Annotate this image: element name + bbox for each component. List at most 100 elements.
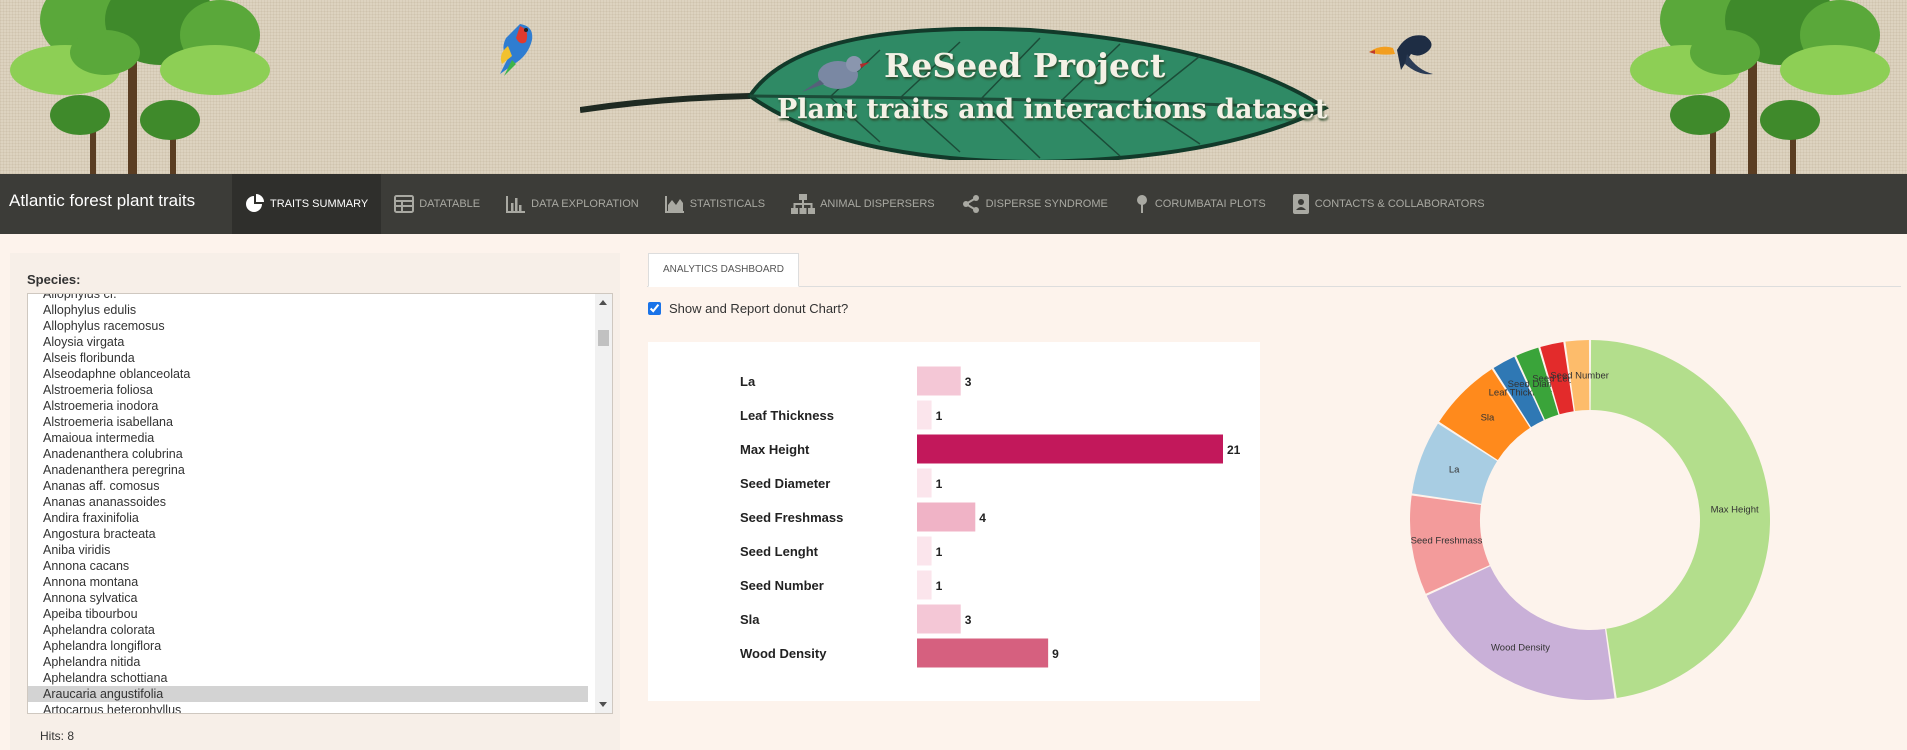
species-option[interactable]: Aloysia virgata: [28, 334, 588, 350]
bar-category-label: La: [740, 374, 756, 389]
species-option[interactable]: Artocarpus heterophyllus: [28, 702, 588, 713]
bar-value-label: 1: [936, 409, 943, 423]
header-banner: ReSeed Project Plant traits and interact…: [0, 0, 1907, 174]
tab-disperse-syndrome[interactable]: DISPERSE SYNDROME: [948, 174, 1121, 234]
species-option[interactable]: Alseodaphne oblanceolata: [28, 366, 588, 382]
tab-label: DISPERSE SYNDROME: [985, 198, 1108, 210]
species-option[interactable]: Annona montana: [28, 574, 588, 590]
species-option[interactable]: Aphelandra colorata: [28, 622, 588, 638]
species-option[interactable]: Aphelandra schottiana: [28, 670, 588, 686]
donut-slice-label: Max Height: [1711, 505, 1759, 516]
scrollbar-thumb[interactable]: [598, 330, 609, 346]
share-icon: [962, 195, 979, 213]
contact-card-icon: [1292, 194, 1309, 214]
scrollbar[interactable]: [595, 294, 612, 713]
tab-animal-dispersers[interactable]: ANIMAL DISPERSERS: [778, 174, 948, 234]
tab-contacts-collaborators[interactable]: CONTACTS & COLLABORATORS: [1279, 174, 1498, 234]
tab-statisticals[interactable]: STATISTICALS: [652, 174, 778, 234]
species-option[interactable]: Aniba viridis: [28, 542, 588, 558]
bar: [917, 366, 961, 396]
scroll-up-icon[interactable]: [599, 300, 607, 305]
species-option[interactable]: Apeiba tibourbou: [28, 606, 588, 622]
leaf-logo-icon: [580, 26, 1330, 160]
bar: [917, 434, 1223, 464]
bar-category-label: Seed Number: [740, 578, 824, 593]
bar-value-label: 9: [1052, 647, 1059, 661]
tab-traits-summary[interactable]: TRAITS SUMMARY: [232, 174, 382, 234]
bar: [917, 502, 976, 532]
pie-chart-icon: [246, 194, 264, 212]
tab-datatable[interactable]: DATATABLE: [381, 174, 493, 234]
parrot-icon: [500, 24, 533, 76]
map-pin-icon: [1136, 195, 1147, 213]
species-option[interactable]: Anadenanthera colubrina: [28, 446, 588, 462]
tree-illustration-right: [1630, 0, 1890, 174]
donut-slice: [1590, 340, 1770, 699]
donut-slice-label: Seed Freshmass: [1411, 536, 1483, 547]
bar-chart-panel: La 3 Leaf Thickness 1 Max Height 21 Seed Diame…: [648, 342, 1260, 701]
species-option[interactable]: Annona sylvatica: [28, 590, 588, 606]
bar-value-label: 1: [936, 579, 943, 593]
show-donut-checkbox[interactable]: [648, 302, 661, 315]
tab-corumbatai-plots[interactable]: CORUMBATAI PLOTS: [1121, 174, 1279, 234]
species-option[interactable]: Angostura bracteata: [28, 526, 588, 542]
species-option[interactable]: Annona cacans: [28, 558, 588, 574]
app-brand[interactable]: Atlantic forest plant traits: [9, 191, 195, 211]
tab-label: CONTACTS & COLLABORATORS: [1314, 198, 1485, 210]
bar-value-label: 3: [965, 375, 972, 389]
banner-subtitle: Plant traits and interactions dataset: [777, 94, 1328, 125]
hits-count: Hits: 8: [40, 729, 75, 743]
species-option[interactable]: Ananas aff. comosus: [28, 478, 588, 494]
tab-label: DATATABLE: [419, 198, 481, 210]
top-navbar: Atlantic forest plant traits TRAITS SUMM…: [0, 174, 1907, 234]
bar-category-label: Wood Density: [740, 646, 827, 661]
species-option[interactable]: Alstroemeria isabellana: [28, 414, 588, 430]
bar-chart-icon: [506, 196, 526, 213]
donut-chart: Max Height Wood Density Seed Freshmass La Sl…: [1410, 340, 1770, 700]
tab-data-exploration[interactable]: DATA EXPLORATION: [493, 174, 652, 234]
bar-category-label: Seed Lenght: [740, 544, 819, 559]
species-option[interactable]: Alstroemeria foliosa: [28, 382, 588, 398]
donut-toggle-row: Show and Report donut Chart?: [648, 301, 848, 316]
tab-label: STATISTICALS: [689, 198, 766, 210]
sidebar-panel: Species: Allophylus cf. Allophylus edulis…: [10, 253, 620, 750]
species-option[interactable]: Allophylus edulis: [28, 302, 588, 318]
species-option[interactable]: Amaioua intermedia: [28, 430, 588, 446]
area-chart-icon: [664, 196, 684, 213]
species-label: Species:: [27, 272, 81, 287]
species-option[interactable]: Allophylus cf.: [28, 294, 588, 302]
tab-analytics-dashboard[interactable]: ANALYTICS DASHBOARD: [648, 253, 799, 287]
tab-label: ANIMAL DISPERSERS: [820, 198, 935, 210]
bar-value-label: 3: [965, 613, 972, 627]
tab-strip-border: [647, 286, 1901, 287]
bar-category-label: Seed Diameter: [740, 476, 830, 491]
tab-label: CORUMBATAI PLOTS: [1154, 198, 1266, 210]
scroll-down-icon[interactable]: [599, 702, 607, 707]
bar: [917, 604, 961, 634]
bar-value-label: 21: [1227, 443, 1241, 457]
species-listbox[interactable]: Allophylus cf. Allophylus edulis Allophylu…: [27, 293, 613, 714]
sitemap-icon: [791, 194, 816, 214]
bar: [917, 536, 932, 566]
donut-slice-label: Wood Density: [1491, 642, 1550, 653]
species-option[interactable]: Araucaria angustifolia: [28, 686, 588, 702]
bar-value-label: 1: [936, 477, 943, 491]
tree-illustration-left: [10, 0, 270, 174]
bar-category-label: Leaf Thickness: [740, 408, 834, 423]
species-option[interactable]: Aphelandra longiflora: [28, 638, 588, 654]
bar: [917, 468, 932, 498]
species-option[interactable]: Alseis floribunda: [28, 350, 588, 366]
species-option[interactable]: Andira fraxinifolia: [28, 510, 588, 526]
species-option[interactable]: Allophylus racemosus: [28, 318, 588, 334]
bar-category-label: Seed Freshmass: [740, 510, 843, 525]
donut-slice-label: Seed Number: [1550, 370, 1609, 381]
tab-label: DATA EXPLORATION: [531, 198, 639, 210]
species-option[interactable]: Alstroemeria inodora: [28, 398, 588, 414]
species-option[interactable]: Ananas ananassoides: [28, 494, 588, 510]
show-donut-label[interactable]: Show and Report donut Chart?: [669, 301, 848, 316]
species-option[interactable]: Aphelandra nitida: [28, 654, 588, 670]
bar: [917, 638, 1049, 668]
species-option[interactable]: Anadenanthera peregrina: [28, 462, 588, 478]
tab-label: TRAITS SUMMARY: [270, 198, 369, 210]
bar-category-label: Sla: [740, 612, 760, 627]
